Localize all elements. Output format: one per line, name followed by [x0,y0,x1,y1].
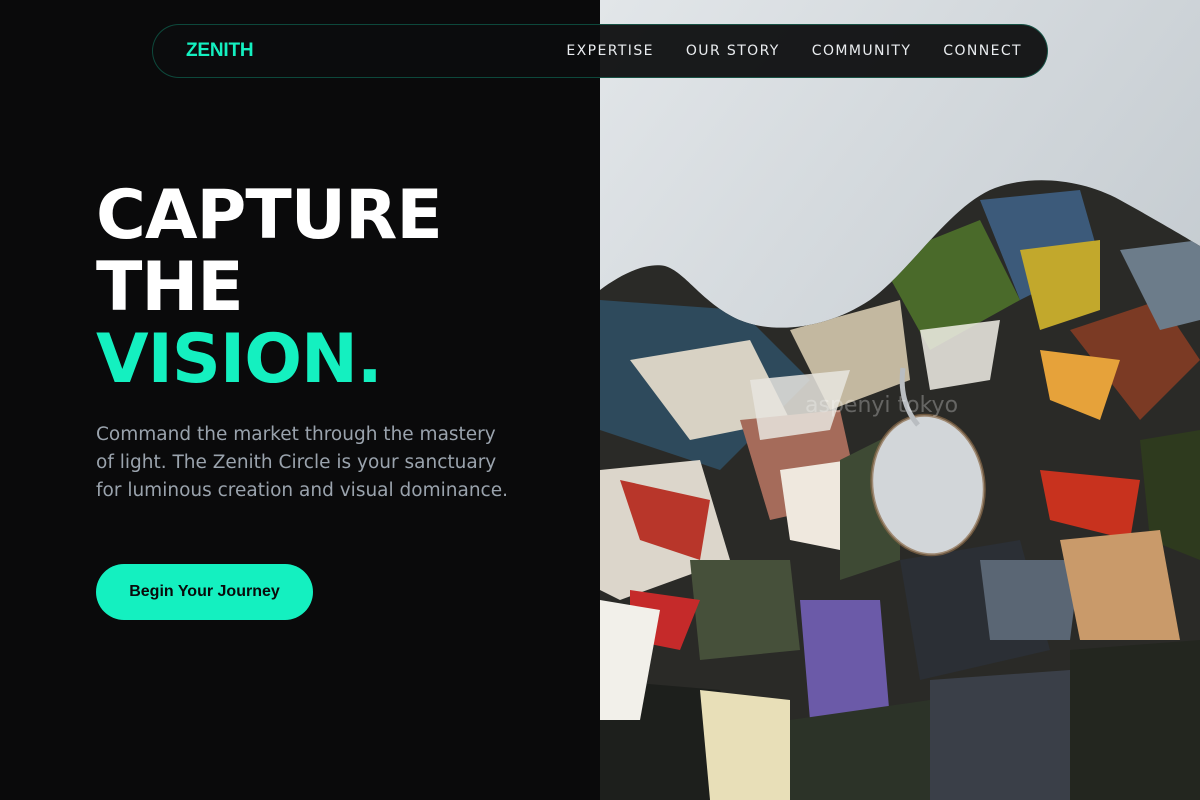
nav-link-connect[interactable]: CONNECT [943,43,1022,59]
nav-link-community[interactable]: COMMUNITY [812,43,912,59]
nav-link-our-story[interactable]: OUR STORY [686,43,780,59]
hero-description: Command the market through the mastery o… [96,424,508,501]
hero-title: CAPTURE THE VISION. [96,176,443,399]
hero-title-line-1: CAPTURE [96,176,443,255]
image-watermark: aspenyi tokyo [805,393,958,418]
nav-link-expertise[interactable]: EXPERTISE [566,43,653,59]
hero-artwork: aspenyi tokyo [600,0,1200,800]
top-navigation: ZENITH EXPERTISE OUR STORY COMMUNITY CON… [152,24,1048,78]
landing-page: aspenyi tokyo ZENITH EXPERTISE OUR STORY… [0,0,1200,800]
hero-title-line-2: THE [96,248,244,327]
brand-logo[interactable]: ZENITH [186,40,254,62]
paint-palette-image: aspenyi tokyo [600,0,1200,800]
nav-links: EXPERTISE OUR STORY COMMUNITY CONNECT [566,43,1022,59]
hero-title-accent: VISION. [96,320,383,399]
hero-panel [0,0,600,800]
begin-journey-button[interactable]: Begin Your Journey [96,564,313,620]
